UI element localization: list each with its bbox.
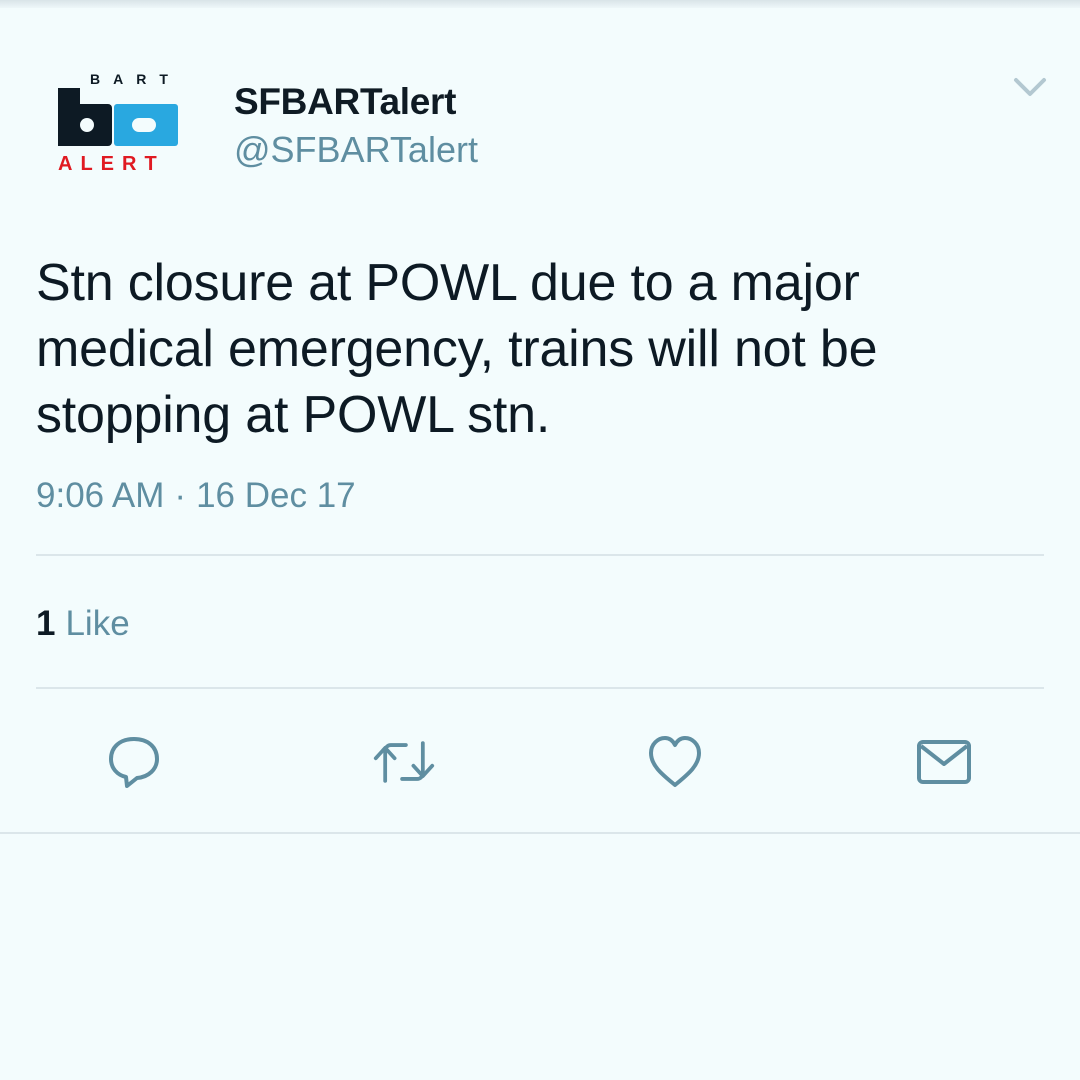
tweet-text: Stn closure at POWL due to a major medic… — [36, 254, 878, 444]
divider — [36, 554, 1044, 556]
tweet-timestamp[interactable]: 9:06 AM · 16 Dec 17 — [36, 474, 356, 518]
svg-text:BART: BART — [90, 72, 181, 87]
tweet-actions — [0, 730, 1080, 794]
retweet-button[interactable] — [372, 730, 436, 794]
tweet-header: BART ALERT SFBARTalert @SFBARTalert — [0, 60, 1080, 190]
avatar[interactable]: BART ALERT — [52, 72, 182, 182]
tweet-time: 9:06 AM — [36, 476, 165, 515]
account-name-block[interactable]: SFBARTalert @SFBARTalert — [234, 80, 478, 178]
likes-label: Like — [65, 604, 130, 643]
envelope-icon — [917, 740, 971, 784]
handle[interactable]: @SFBARTalert — [234, 122, 478, 178]
likes-summary[interactable]: 1 Like — [36, 602, 130, 646]
speech-bubble-icon — [109, 737, 159, 788]
like-button[interactable] — [643, 730, 707, 794]
divider — [0, 832, 1080, 834]
tweet-date: 16 Dec 17 — [196, 476, 356, 515]
divider — [36, 687, 1044, 689]
timestamp-separator: · — [174, 476, 187, 515]
reply-button[interactable] — [102, 730, 166, 794]
chevron-down-icon[interactable] — [1010, 72, 1050, 102]
top-edge-shadow — [0, 0, 1080, 8]
svg-text:ALERT: ALERT — [58, 153, 165, 175]
direct-message-button[interactable] — [912, 730, 976, 794]
display-name[interactable]: SFBARTalert — [234, 80, 478, 124]
likes-count: 1 — [36, 604, 56, 643]
bart-alert-logo: BART ALERT — [58, 72, 181, 175]
heart-icon — [649, 736, 701, 787]
retweet-arrows-icon — [373, 741, 435, 783]
